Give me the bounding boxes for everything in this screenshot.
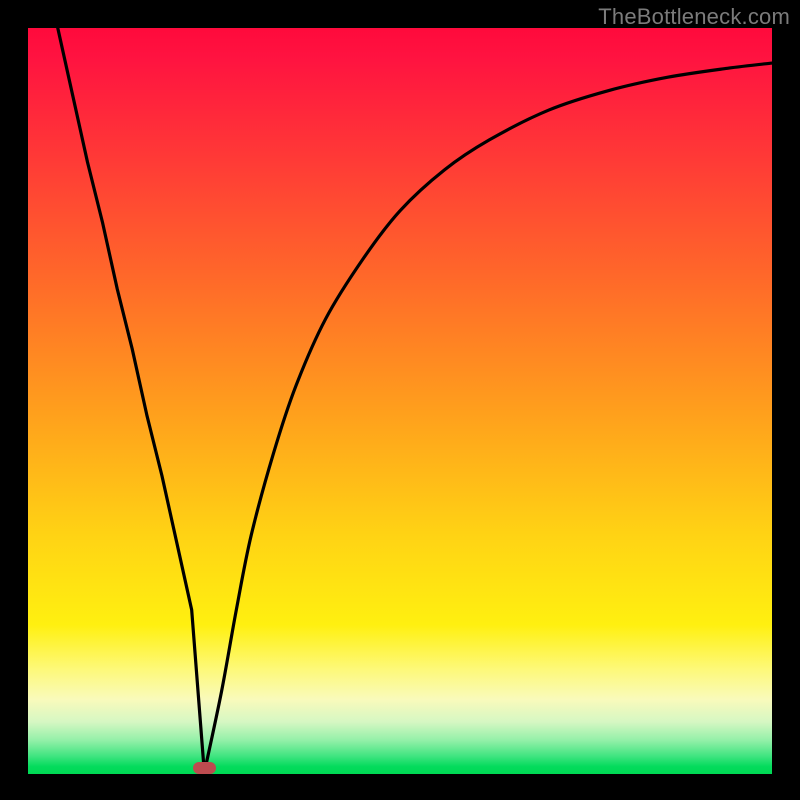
optimal-marker <box>193 762 216 774</box>
credit-label: TheBottleneck.com <box>598 4 790 30</box>
plot-area <box>28 28 772 774</box>
chart-frame: TheBottleneck.com <box>0 0 800 800</box>
bottleneck-curve <box>28 28 772 774</box>
